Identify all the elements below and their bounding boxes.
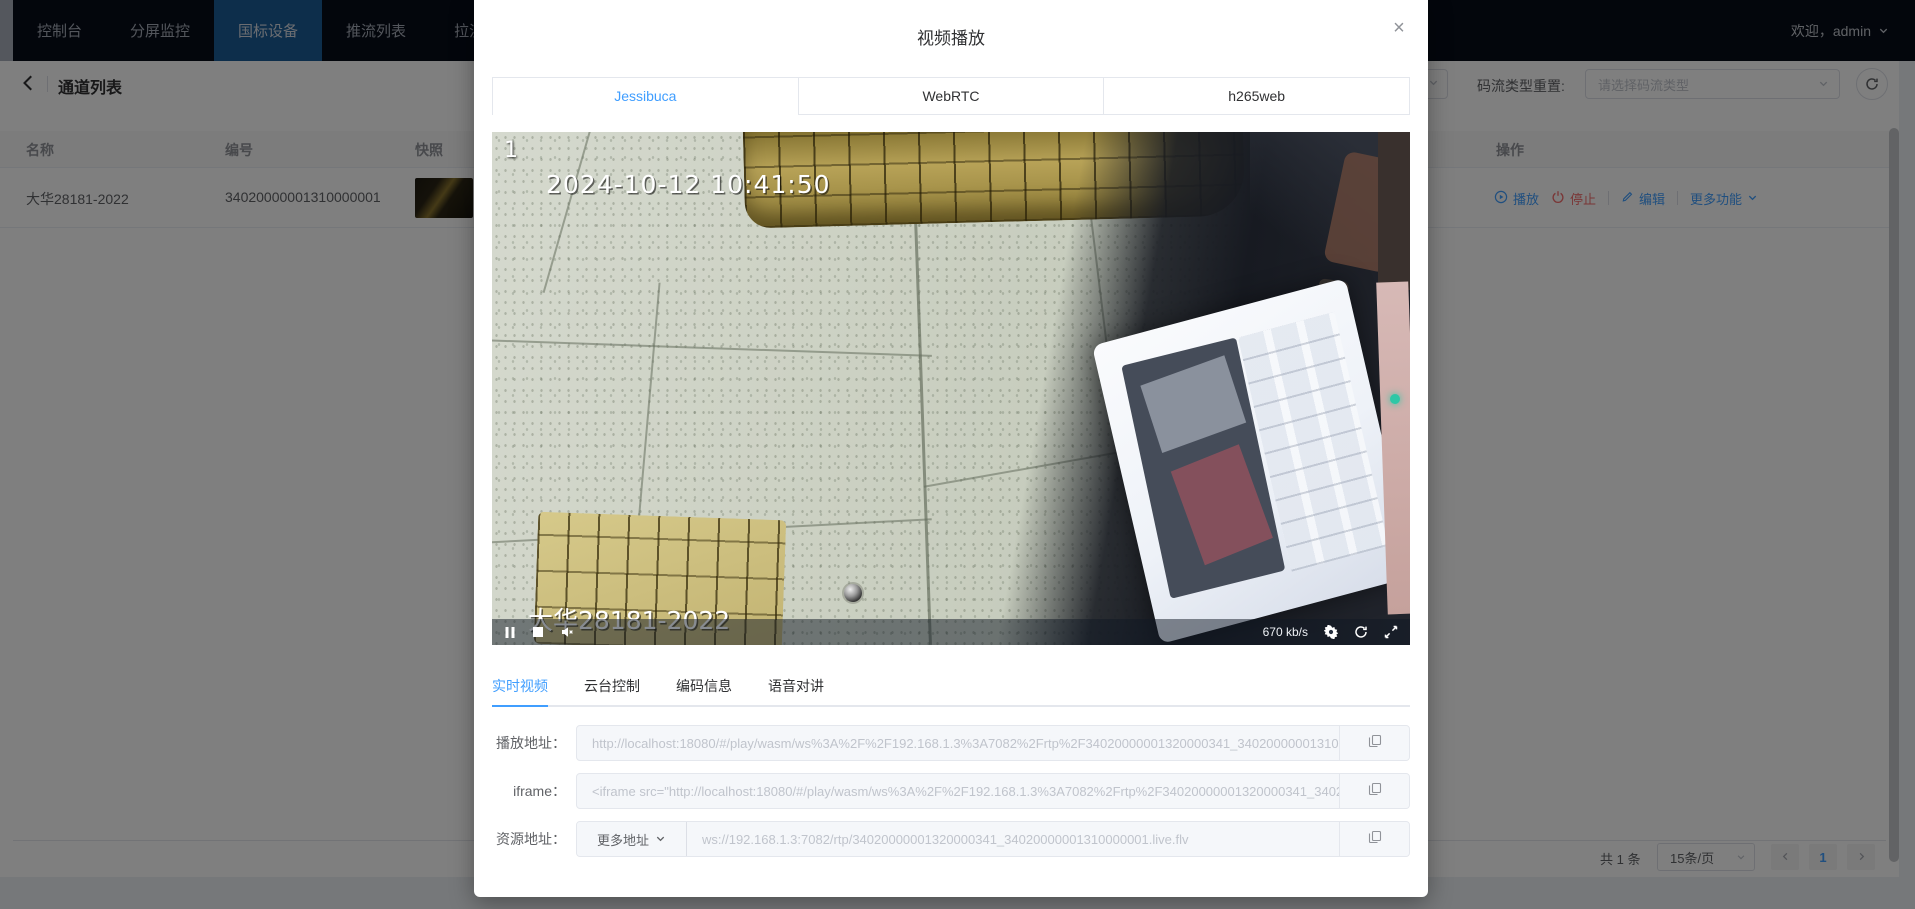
settings-gear-icon[interactable] [1324,625,1338,639]
player-type-tabs: Jessibuca WebRTC h265web [492,77,1410,115]
tab-live-video[interactable]: 实时视频 [492,667,548,707]
pause-icon[interactable] [504,626,516,639]
iframe-input[interactable]: <iframe src="http://localhost:18080/#/pl… [577,774,1339,808]
tab-codec-info[interactable]: 编码信息 [676,667,732,707]
osd-timestamp: 2024-10-12 10:41:50 [546,170,831,199]
iframe-label: iframe： [492,781,576,801]
tab-webrtc[interactable]: WebRTC [798,78,1104,115]
resource-url-row: 资源地址： 更多地址 ws://192.168.1.3:7082/rtp/340… [492,821,1410,857]
dialog-title: 视频播放 [474,0,1428,49]
tab-jessibuca[interactable]: Jessibuca [493,78,798,115]
player-control-bar: 670 kb/s [492,619,1410,645]
resource-url-label: 资源地址： [492,829,576,849]
resource-url-input[interactable]: ws://192.168.1.3:7082/rtp/34020000001320… [687,822,1339,856]
address-fields: 播放地址： http://localhost:18080/#/play/wasm… [492,725,1410,857]
chevron-down-icon [655,832,666,847]
tab-voice-intercom[interactable]: 语音对讲 [768,667,824,707]
osd-channel-number: 1 [504,138,518,163]
play-url-input[interactable]: http://localhost:18080/#/play/wasm/ws%3A… [577,726,1339,760]
copy-icon [1368,830,1382,849]
more-addresses-dropdown[interactable]: 更多地址 [577,822,687,856]
bitrate-label: 670 kb/s [1263,625,1308,639]
fullscreen-icon[interactable] [1384,625,1398,639]
copy-iframe-button[interactable] [1339,774,1409,808]
app: 控制台 分屏监控 国标设备 推流列表 拉流代理 欢迎，admin 通道列表 码流… [0,0,1915,909]
volume-muted-icon[interactable] [560,625,574,639]
stop-icon[interactable] [532,626,544,638]
copy-icon [1368,734,1382,753]
tab-ptz-control[interactable]: 云台控制 [584,667,640,707]
video-play-dialog: 视频播放 × Jessibuca WebRTC h265web [474,0,1428,897]
tab-h265web[interactable]: h265web [1103,78,1409,115]
iframe-row: iframe： <iframe src="http://localhost:18… [492,773,1410,809]
play-url-row: 播放地址： http://localhost:18080/#/play/wasm… [492,725,1410,761]
close-icon[interactable]: × [1388,18,1410,40]
play-url-label: 播放地址： [492,733,576,753]
copy-icon [1368,782,1382,801]
copy-play-url-button[interactable] [1339,726,1409,760]
video-frame [492,132,1410,645]
copy-resource-url-button[interactable] [1339,822,1409,856]
stream-info-tabs: 实时视频 云台控制 编码信息 语音对讲 [492,667,1410,707]
reload-icon[interactable] [1354,625,1368,639]
video-player[interactable]: 1 2024-10-12 10:41:50 大华28181-2022 670 k… [492,132,1410,645]
